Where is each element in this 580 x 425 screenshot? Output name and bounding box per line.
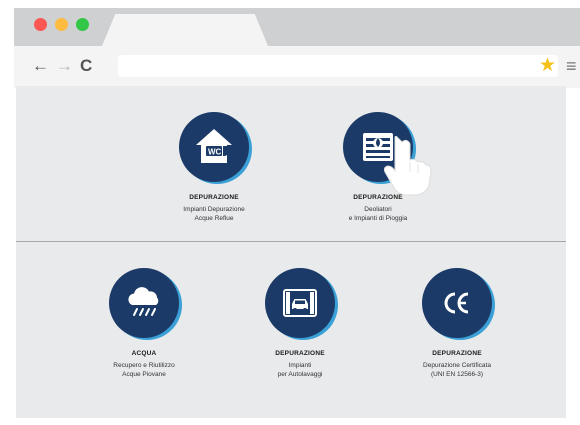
service-description: Deoliatori e Impianti di Pioggia: [348, 206, 408, 222]
rain-cloud-icon: [109, 268, 179, 338]
forward-icon[interactable]: →: [56, 56, 73, 76]
section-divider: [16, 241, 566, 242]
service-description: Impianti per Autolavaggi: [277, 362, 323, 378]
service-description: Recupero e Riutilizzo Acque Piovane: [113, 362, 175, 378]
service-description: Depurazione Certificata (UNI EN 12566-3): [423, 362, 491, 378]
ce-mark-icon: [422, 268, 492, 338]
service-title: DEPURAZIONE: [275, 350, 325, 357]
service-card-autolavaggi[interactable]: DEPURAZIONE Impianti per Autolavaggi: [225, 268, 375, 379]
close-window-button[interactable]: [34, 18, 47, 31]
reload-icon[interactable]: C: [80, 56, 92, 76]
browser-menu-icon[interactable]: ≡: [566, 55, 577, 77]
title-bar: [14, 8, 580, 46]
service-description: Impianti Depurazione Acque Reflue: [183, 206, 245, 222]
service-card-certificata[interactable]: DEPURAZIONE Depurazione Certificata (UNI…: [382, 268, 532, 379]
maximize-window-button[interactable]: [76, 18, 89, 31]
browser-toolbar: ← → C ★ ≡: [14, 46, 580, 88]
wc-house-icon: WC: [179, 112, 249, 182]
back-icon[interactable]: ←: [32, 56, 49, 76]
address-bar[interactable]: [118, 55, 558, 77]
minimize-window-button[interactable]: [55, 18, 68, 31]
service-title: DEPURAZIONE: [189, 194, 239, 201]
bookmark-star-icon[interactable]: ★: [539, 55, 556, 77]
service-title: ACQUA: [131, 350, 157, 357]
service-card-acque-piovane[interactable]: ACQUA Recupero e Riutilizzo Acque Piovan…: [69, 268, 219, 379]
svg-text:WC: WC: [208, 148, 222, 157]
browser-tab[interactable]: [102, 14, 268, 46]
pointer-hand-icon: [383, 136, 432, 196]
car-wash-icon: [265, 268, 335, 338]
service-card-acque-reflue[interactable]: WC DEPURAZIONE Impianti Depurazione Acqu…: [139, 112, 289, 223]
service-title: DEPURAZIONE: [432, 350, 482, 357]
